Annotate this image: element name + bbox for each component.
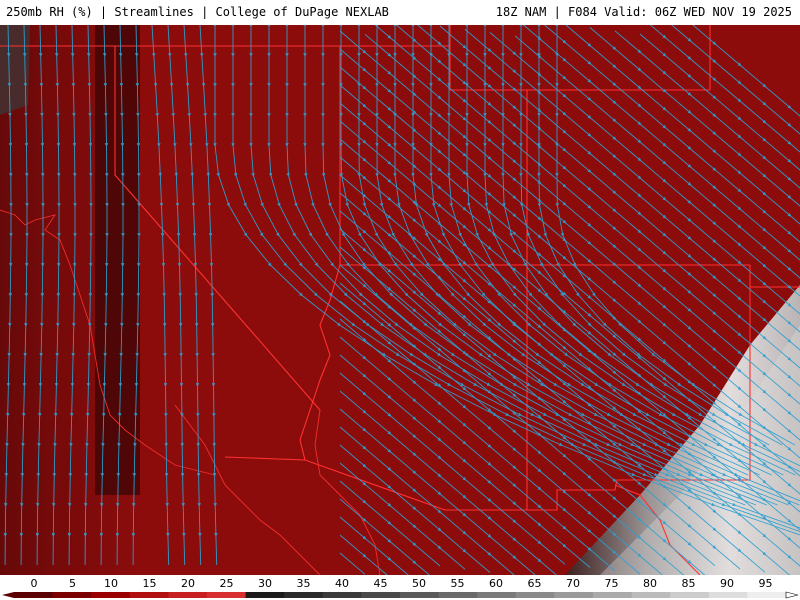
weather-map xyxy=(0,25,800,575)
legend-tick-label: 30 xyxy=(258,577,272,590)
legend-tick-label: 45 xyxy=(374,577,388,590)
color-legend: 0 5 10 15 20 25 30 35 40 45 50 55 60 65 70 75 80 85 90 95 xyxy=(0,575,800,600)
legend-color-swatch xyxy=(322,592,362,598)
legend-color-swatch xyxy=(708,592,748,598)
legend-tick-label: 10 xyxy=(104,577,118,590)
legend-tick-label: 50 xyxy=(412,577,426,590)
legend-tick-label: 80 xyxy=(643,577,657,590)
legend-tick-label: 40 xyxy=(335,577,349,590)
legend-tick-label: 35 xyxy=(297,577,311,590)
legend-tick-label: 85 xyxy=(682,577,696,590)
legend-canvas: 0 5 10 15 20 25 30 35 40 45 50 55 60 65 70 75 80 85 90 95 xyxy=(2,577,799,599)
legend-color-swatch xyxy=(284,592,324,598)
legend-color-swatch xyxy=(515,592,555,598)
legend-tick-label: 65 xyxy=(528,577,542,590)
legend-tick-label: 95 xyxy=(759,577,773,590)
legend-color-swatch xyxy=(168,592,208,598)
legend-color-swatch xyxy=(129,592,169,598)
legend-tick-label: 75 xyxy=(605,577,619,590)
rh-dark-strip xyxy=(95,25,140,495)
legend-color-swatch xyxy=(670,592,710,598)
legend-tick-label: 60 xyxy=(489,577,503,590)
legend-color-swatch xyxy=(361,592,401,598)
valid-time: 18Z NAM | F084 Valid: 06Z WED NOV 19 202… xyxy=(495,5,792,19)
legend-color-swatch xyxy=(91,592,131,598)
legend-color-swatch xyxy=(400,592,440,598)
legend-color-swatch xyxy=(14,592,54,598)
legend-tick-label: 20 xyxy=(181,577,195,590)
legend-tick-label: 55 xyxy=(451,577,465,590)
legend-tick-label: 5 xyxy=(69,577,76,590)
legend-tick-label: 90 xyxy=(720,577,734,590)
legend-color-swatch xyxy=(631,592,671,598)
legend-max-arrow xyxy=(785,591,799,599)
legend-color-swatch xyxy=(554,592,594,598)
product-title: 250mb RH (%) | Streamlines | College of … xyxy=(6,5,389,19)
legend-tick-label: 15 xyxy=(143,577,157,590)
legend-color-swatch xyxy=(438,592,478,598)
legend-color-swatch xyxy=(207,592,247,598)
legend-color-swatch xyxy=(477,592,517,598)
legend-color-swatch xyxy=(52,592,92,598)
legend-color-swatch xyxy=(747,592,787,598)
map-canvas xyxy=(0,25,800,575)
legend-tick-label: 0 xyxy=(31,577,38,590)
legend-tick-label: 70 xyxy=(566,577,580,590)
legend-tick-label: 25 xyxy=(220,577,234,590)
map-header: 250mb RH (%) | Streamlines | College of … xyxy=(0,0,800,25)
legend-color-swatch xyxy=(245,592,285,598)
legend-min-arrow xyxy=(2,592,14,598)
legend-color-swatch xyxy=(593,592,633,598)
